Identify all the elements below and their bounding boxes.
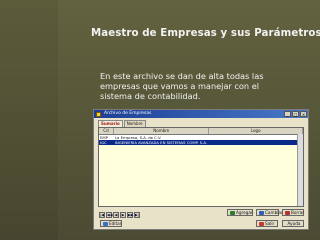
delete-icon: [284, 211, 290, 215]
tab-bar: Sumario Nombre: [98, 120, 146, 127]
next-page-icon[interactable]: ▶▶: [127, 212, 134, 218]
first-record-icon[interactable]: |◀: [99, 212, 105, 218]
borrar-label: Borrar: [291, 210, 305, 215]
pencil-icon: [102, 222, 108, 226]
prior-page-icon[interactable]: ◀◀: [106, 212, 113, 218]
edit-icon: [258, 211, 264, 215]
ayuda-button[interactable]: Ayuda: [282, 220, 304, 227]
window-title-bar[interactable]: Archivo de Empresas _ □ ×: [94, 110, 308, 118]
empresas-grid[interactable]: Cd Nombre Logo EMP La Empresa, S.A. de C…: [98, 127, 304, 207]
next-record-icon[interactable]: ▶: [120, 212, 126, 218]
editar-label: Editar: [109, 221, 122, 226]
window-controls: _ □ ×: [284, 111, 307, 117]
cambiar-button[interactable]: Cambiar: [256, 209, 283, 216]
last-record-icon[interactable]: ▶|: [134, 212, 140, 218]
borrar-button[interactable]: Borrar: [282, 209, 304, 216]
record-navigator: |◀ ◀◀ ◀ ▶ ▶▶ ▶|: [99, 212, 140, 218]
prior-record-icon[interactable]: ◀: [113, 212, 119, 218]
description-line: sistema de contabilidad.: [100, 91, 201, 101]
window-title: Archivo de Empresas: [104, 111, 152, 116]
description-line: En este archivo se dan de alta todas las: [100, 71, 264, 81]
exit-icon: [258, 222, 264, 226]
column-header-nombre[interactable]: Nombre: [114, 128, 210, 134]
cambiar-label: Cambiar: [265, 210, 283, 215]
grid-header: Cd Nombre Logo: [99, 128, 304, 135]
minimize-icon[interactable]: _: [284, 111, 291, 117]
add-icon: [229, 211, 235, 215]
editar-button[interactable]: Editar: [100, 220, 122, 227]
maximize-icon[interactable]: □: [292, 111, 299, 117]
salir-button[interactable]: Salir: [256, 220, 278, 227]
agregar-label: Agregar: [236, 210, 253, 215]
app-icon: [96, 111, 101, 117]
slide-left-band: [0, 0, 58, 240]
column-header-logo[interactable]: Logo: [209, 128, 304, 134]
tab-nombre[interactable]: Nombre: [123, 120, 146, 127]
cell-name: INGENIERIA AVANZADA EN SISTEMAS COMP. S.…: [114, 140, 208, 145]
slide-description: En este archivo se dan de alta todas las…: [100, 71, 300, 101]
cell-code: IGC: [100, 140, 107, 145]
agregar-button[interactable]: Agregar: [227, 209, 253, 216]
empresas-window: Archivo de Empresas _ □ × Sumario Nombre…: [93, 109, 309, 230]
column-header-cd[interactable]: Cd: [99, 128, 114, 134]
tab-sumario[interactable]: Sumario: [98, 120, 123, 127]
close-icon[interactable]: ×: [300, 111, 307, 117]
slide-background: Maestro de Empresas y sus Parámetros. En…: [0, 0, 320, 240]
ayuda-label: Ayuda: [287, 221, 301, 226]
table-row-selected[interactable]: IGC INGENIERIA AVANZADA EN SISTEMAS COMP…: [99, 140, 303, 145]
salir-label: Salir: [265, 221, 275, 226]
slide-title: Maestro de Empresas y sus Parámetros.: [91, 28, 320, 39]
grid-scrollbar[interactable]: [297, 134, 303, 206]
description-line: empresas que vamos a manejar con el: [100, 81, 260, 91]
